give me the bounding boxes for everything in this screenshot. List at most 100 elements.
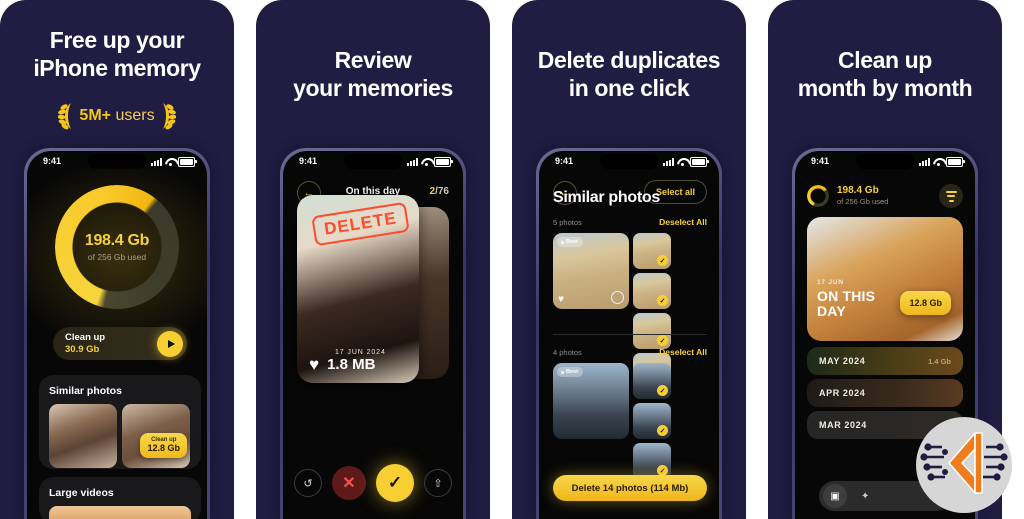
promo-panel-2: Review your memories 9:41 ← On this day [256,0,490,519]
similar-photos-card[interactable]: Similar photos Clean up 12.8 Gb [39,375,201,469]
panel-3-title: Delete duplicates in one click [537,47,721,102]
photo-duplicate[interactable]: ✓ [633,273,671,309]
status-time: 9:41 [299,156,318,166]
battery-icon [690,157,709,167]
status-icons [919,157,965,167]
month-label: MAY 2024 [819,356,866,366]
promo-panel-1: Free up your iPhone memory 5M+ users 198… [0,0,234,519]
best-badge: Best [557,367,583,377]
app-screen-duplicates: 9:41 ← Select all Similar photos 5 photo… [539,151,719,519]
photo-date: 17 JUN 2024 [335,349,386,356]
laurel-wreath-icon-right [158,101,176,131]
play-icon[interactable] [157,330,183,357]
laurel-wreath-icon [58,101,76,131]
signal-bars-icon [663,158,674,166]
heart-icon[interactable]: ♥ [309,356,319,373]
check-icon[interactable]: ✓ [376,464,414,502]
signal-bars-icon [919,158,930,166]
photo-duplicate[interactable]: ✓ [633,313,671,349]
cleanup-tag-value: 12.8 Gb [147,443,180,454]
battery-icon [946,157,965,167]
photo-duplicate[interactable]: ✓ [633,443,671,479]
photo-thumbnail[interactable] [49,404,117,468]
share-icon[interactable]: ⇧ [424,469,452,497]
app-screen-storage: 9:41 198.4 Gb of 256 Gb used [27,151,207,519]
logo-svg [920,432,1008,494]
month-row-apr[interactable]: APR 2024 [807,379,963,407]
phone-mockup-3: 9:41 ← Select all Similar photos 5 photo… [536,148,722,519]
screenshot-stage: Free up your iPhone memory 5M+ users 198… [0,0,1024,519]
best-badge: Best [557,237,583,247]
wifi-icon [933,158,943,166]
status-time: 9:41 [811,156,830,166]
group-photo-count: 4 photos [553,348,582,357]
app-screen-memories: 9:41 ← On this day 2/76 DELETE 17 JUN 20… [283,151,463,519]
photo-main[interactable]: Best [553,363,629,439]
month-label: MAR 2024 [819,420,867,430]
hero-title: ON THIS DAY [817,288,876,319]
delete-photos-button[interactable]: Delete 14 photos (114 Mb) [553,475,707,501]
menu-icon[interactable] [939,184,963,208]
users-badge: 5M+ users [0,101,234,131]
promo-panel-3: Delete duplicates in one click 9:41 ← Se… [512,0,746,519]
status-bar: 9:41 [539,151,719,175]
circuit-arrow-logo [916,417,1012,513]
dynamic-island [600,154,658,169]
photo-main[interactable]: Best ♥ [553,233,629,309]
status-bar: 9:41 [795,151,975,175]
group-divider [553,334,707,335]
month-label: APR 2024 [819,388,866,398]
dynamic-island [856,154,914,169]
phone-mockup-1: 9:41 198.4 Gb of 256 Gb used [24,148,210,519]
storage-used-value: 198.4 Gb [84,232,150,249]
video-thumbnail[interactable] [49,506,191,519]
check-icon[interactable]: ✓ [657,335,668,346]
select-circle-icon[interactable] [611,291,624,304]
gallery-icon[interactable]: ▣ [823,484,847,508]
check-icon[interactable]: ✓ [657,255,668,266]
users-count: 5M+ [79,107,111,124]
hero-size-badge[interactable]: 12.8 Gb [900,291,951,315]
hero-date: 17 JUN [817,279,844,286]
battery-icon [434,157,453,167]
similar-photos-title: Similar photos [49,385,122,397]
undo-icon[interactable]: ↺ [294,469,322,497]
phone-mockup-2: 9:41 ← On this day 2/76 DELETE 17 JUN 20… [280,148,466,519]
month-size: 1.4 Gb [928,356,951,366]
status-icons [407,157,453,167]
check-icon[interactable]: ✓ [657,425,668,436]
cleanup-value: 30.9 Gb [65,343,100,355]
deselect-all-button[interactable]: Deselect All [659,217,707,227]
month-row-may[interactable]: MAY 2024 1.4 Gb [807,347,963,375]
panel-4-title: Clean up month by month [797,47,973,102]
heart-icon[interactable]: ♥ [558,294,564,305]
similar-photos-thumbs: Clean up 12.8 Gb [49,404,191,468]
on-this-day-card[interactable]: 17 JUN ON THIS DAY 12.8 Gb [807,217,963,341]
wifi-icon [421,158,431,166]
photo-meta: 17 JUN 2024 ♥ 1.8 MB [309,349,409,373]
check-icon[interactable]: ✓ [657,385,668,396]
group-photo-count: 5 photos [553,218,582,227]
check-icon[interactable]: ✓ [657,295,668,306]
signal-bars-icon [407,158,418,166]
photo-card-front[interactable]: DELETE 17 JUN 2024 ♥ 1.8 MB [297,195,419,383]
photo-duplicate[interactable]: ✓ [633,233,671,269]
storage-summary-header: 198.4 Gb of 256 Gb used [807,181,963,211]
large-videos-card[interactable]: Large videos [39,477,201,519]
large-videos-title: Large videos [49,487,114,499]
photo-card-stack: DELETE 17 JUN 2024 ♥ 1.8 MB [283,195,463,393]
photo-duplicate[interactable]: ✓ [633,363,671,399]
storage-used-value: 198.4 Gb [837,185,879,197]
cleanup-button[interactable]: Clean up 30.9 Gb [53,327,187,360]
users-badge-text: 5M+ users [79,107,154,125]
photo-size: 1.8 MB [327,356,376,373]
close-icon[interactable]: ✕ [332,466,366,500]
deselect-all-button[interactable]: Deselect All [659,347,707,357]
wifi-icon [677,158,687,166]
sparkles-icon[interactable]: ✦ [855,491,869,502]
panel-2-title: Review your memories [293,47,453,102]
cleanup-tag[interactable]: Clean up 12.8 Gb [140,432,187,458]
status-time: 9:41 [555,156,574,166]
cleanup-tag-label: Clean up [151,436,177,443]
photo-duplicate[interactable]: ✓ [633,403,671,439]
